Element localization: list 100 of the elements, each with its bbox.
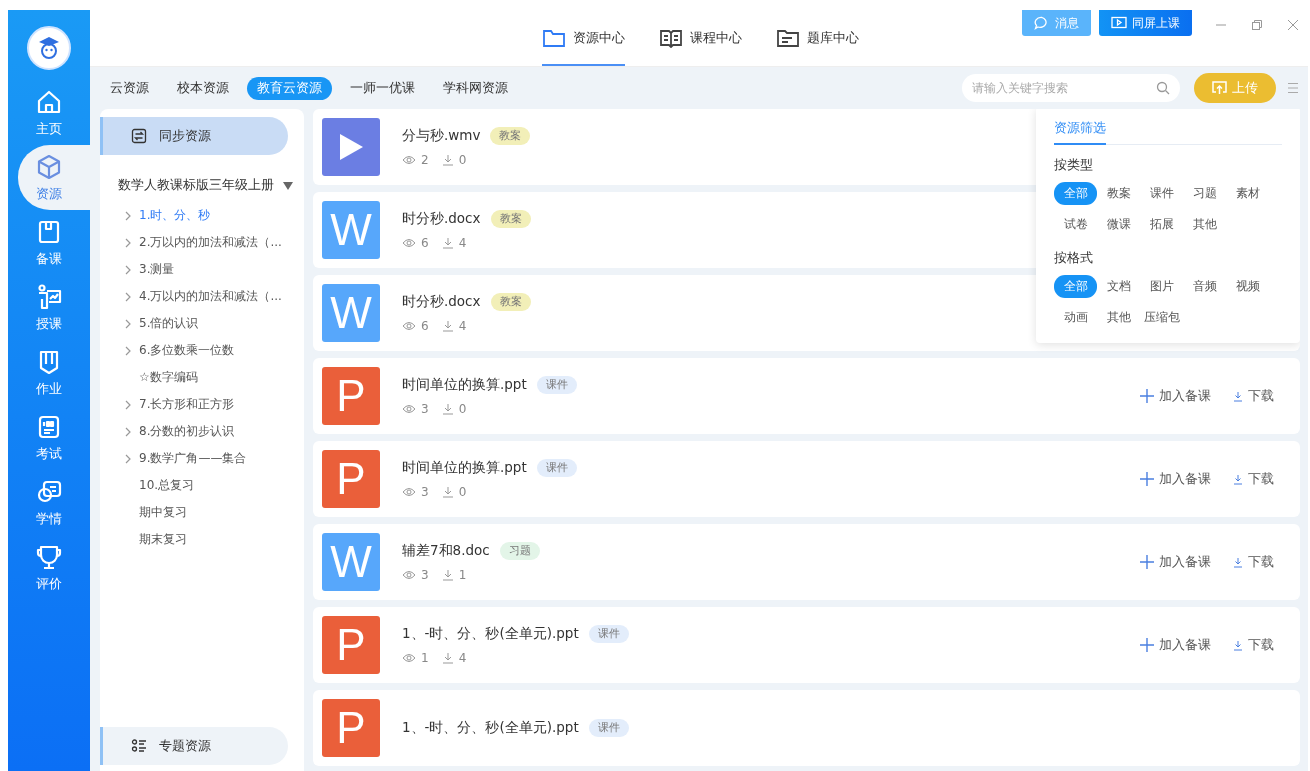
filter-option[interactable]: 动画 <box>1054 306 1097 329</box>
add-to-lesson-link[interactable]: 加入备课 <box>1140 387 1211 405</box>
menu-icon[interactable] <box>1286 81 1300 95</box>
download-icon <box>1233 390 1243 402</box>
tree-item[interactable]: 2.万以内的加法和减法（... <box>100 229 304 256</box>
tree-item[interactable]: 9.数学广角——集合 <box>100 445 304 472</box>
file-name: 1、-时、分、秒(全单元).ppt <box>402 719 579 737</box>
source-tab[interactable]: 学科网资源 <box>433 76 518 100</box>
eye-icon <box>402 404 416 414</box>
eye-icon <box>402 653 416 663</box>
resource-card[interactable]: P 时间单位的换算.ppt 课件 3 0 加入备课 下载 <box>313 358 1300 434</box>
add-to-lesson-link[interactable]: 加入备课 <box>1140 636 1211 654</box>
filter-group-label: 按类型 <box>1054 157 1094 174</box>
download-count: 0 <box>458 153 467 167</box>
filter-option[interactable]: 图片 <box>1140 275 1183 298</box>
download-link[interactable]: 下载 <box>1233 553 1274 571</box>
top-tab[interactable]: 课程中心 <box>659 10 742 66</box>
section-button[interactable]: 专题资源 <box>100 727 288 765</box>
tree-item[interactable]: 8.分数的初步认识 <box>100 418 304 445</box>
add-to-lesson-link[interactable]: 加入备课 <box>1140 553 1211 571</box>
filter-option[interactable]: 文档 <box>1097 275 1140 298</box>
type-tag: 课件 <box>588 625 629 643</box>
download-icon <box>441 154 454 166</box>
nav-label: 授课 <box>36 314 62 333</box>
nav-item[interactable]: 作业 <box>18 340 90 405</box>
nav-item[interactable]: 资源 <box>18 145 90 210</box>
resource-card[interactable]: P 1、-时、分、秒(全单元).ppt 课件 1 4 加入备课 下载 <box>313 607 1300 683</box>
tree-item[interactable]: 期中复习 <box>100 499 304 526</box>
filter-option[interactable]: 试卷 <box>1054 213 1097 236</box>
eye-icon <box>402 155 416 165</box>
resource-card[interactable]: W 辅差7和8.doc 习题 3 1 加入备课 下载 <box>313 524 1300 600</box>
file-name: 时分秒.docx <box>402 210 481 228</box>
maximize-icon[interactable] <box>1250 18 1264 32</box>
eye-icon <box>402 570 416 580</box>
source-tab[interactable]: 云资源 <box>100 76 159 100</box>
filter-option[interactable]: 压缩包 <box>1140 306 1183 329</box>
filter-tab[interactable]: 资源筛选 <box>1054 119 1106 145</box>
screen-play-icon <box>1111 16 1127 30</box>
source-tab[interactable]: 一师一优课 <box>340 76 425 100</box>
download-link[interactable]: 下载 <box>1233 636 1274 654</box>
download-link[interactable]: 下载 <box>1233 387 1274 405</box>
tree-item[interactable]: 10.总复习 <box>100 472 304 499</box>
source-tab[interactable]: 校本资源 <box>167 76 239 100</box>
top-tab[interactable]: 题库中心 <box>776 10 859 66</box>
view-count: 6 <box>421 319 429 333</box>
download-count: 4 <box>458 651 467 665</box>
resource-card[interactable]: P 时间单位的换算.ppt 课件 3 0 加入备课 下载 <box>313 441 1300 517</box>
nav-label: 资源 <box>36 184 62 203</box>
chevron-right-icon <box>124 210 132 221</box>
download-icon <box>441 403 454 415</box>
filter-option[interactable]: 音频 <box>1183 275 1226 298</box>
tree-item[interactable]: 期末复习 <box>100 526 304 553</box>
list-icon <box>131 738 147 754</box>
nav-item[interactable]: 授课 <box>18 275 90 340</box>
nav-label: 评价 <box>36 574 62 593</box>
filter-option[interactable]: 其他 <box>1097 306 1140 329</box>
search-icon <box>1156 81 1170 95</box>
nav-label: 主页 <box>36 119 62 138</box>
download-icon <box>441 320 454 332</box>
nav-item[interactable]: 学情 <box>18 470 90 535</box>
video-file-icon <box>322 118 380 176</box>
upload-icon <box>1212 81 1227 95</box>
dropdown-triangle-icon[interactable] <box>282 180 294 191</box>
nav-item[interactable]: 考试 <box>18 405 90 470</box>
search-field[interactable]: 请输入关键字搜索 <box>962 74 1180 102</box>
tree-item[interactable]: 3.测量 <box>100 256 304 283</box>
download-icon <box>1233 473 1243 485</box>
tree-item[interactable]: 4.万以内的加法和减法（... <box>100 283 304 310</box>
tree-item[interactable]: 7.长方形和正方形 <box>100 391 304 418</box>
section-button[interactable]: 同步资源 <box>100 117 288 155</box>
download-count: 1 <box>458 568 467 582</box>
tree-item[interactable]: ☆数字编码 <box>100 364 304 391</box>
nav-label: 考试 <box>36 444 62 463</box>
chevron-right-icon <box>124 237 132 248</box>
download-count: 0 <box>458 402 467 416</box>
chevron-right-icon <box>124 426 132 437</box>
close-icon[interactable] <box>1286 18 1300 32</box>
tree-item[interactable]: 5.倍的认识 <box>100 310 304 337</box>
resource-card[interactable]: P 1、-时、分、秒(全单元).ppt 课件 <box>313 690 1300 766</box>
filter-option[interactable]: 微课 <box>1097 213 1140 236</box>
textbook-title: 数学人教课标版三年级上册 <box>118 177 274 194</box>
view-count: 3 <box>421 402 429 416</box>
filter-option[interactable]: 拓展 <box>1140 213 1183 236</box>
type-tag: 课件 <box>536 376 577 394</box>
type-tag: 课件 <box>588 719 629 737</box>
filter-option[interactable]: 其他 <box>1183 213 1226 236</box>
folder-icon <box>542 28 566 48</box>
nav-item[interactable]: 评价 <box>18 535 90 600</box>
tree-item[interactable]: 6.多位数乘一位数 <box>100 337 304 364</box>
chevron-right-icon <box>124 291 132 302</box>
document-file-icon: W <box>322 533 380 591</box>
header-button[interactable]: 同屏上课 <box>1099 10 1192 36</box>
filter-option[interactable]: 视频 <box>1226 275 1269 298</box>
download-link[interactable]: 下载 <box>1233 470 1274 488</box>
plus-icon <box>1140 389 1154 403</box>
view-count: 6 <box>421 236 429 250</box>
presenter-icon <box>35 282 63 311</box>
tree-item[interactable]: 1.时、分、秒 <box>100 202 304 229</box>
add-to-lesson-link[interactable]: 加入备课 <box>1140 470 1211 488</box>
eye-icon <box>402 321 416 331</box>
